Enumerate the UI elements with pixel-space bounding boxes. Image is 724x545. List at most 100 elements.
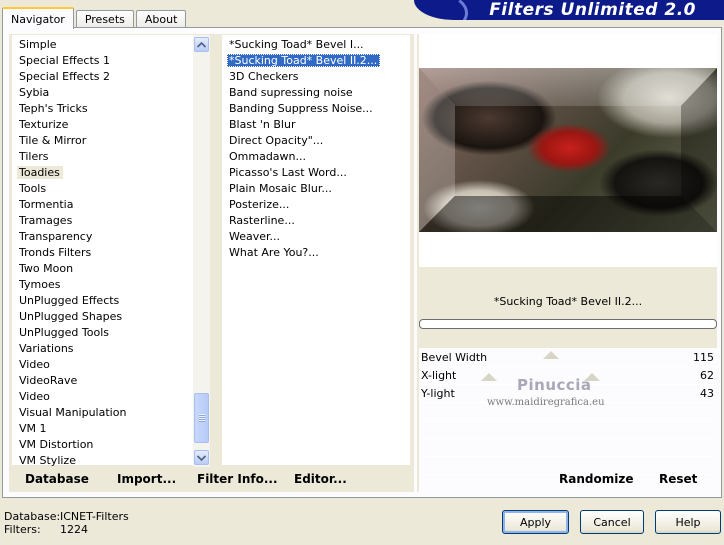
editor-button[interactable]: Editor... <box>294 472 347 486</box>
tab-presets[interactable]: Presets <box>75 10 134 28</box>
filter-item[interactable]: Rasterline... <box>222 213 410 229</box>
filter-item[interactable]: Posterize... <box>222 197 410 213</box>
category-item-label: Tronds Filters <box>19 246 92 259</box>
filter-item-label: Direct Opacity"... <box>229 134 324 147</box>
scroll-down-button[interactable] <box>194 450 209 465</box>
filter-item-label: Picasso's Last Word... <box>229 166 347 179</box>
param-row-bevel-width[interactable]: Bevel Width 115 <box>419 348 717 366</box>
filter-item[interactable]: Plain Mosaic Blur... <box>222 181 410 197</box>
tab-about-label: About <box>144 13 178 26</box>
category-item[interactable]: Video <box>12 389 210 405</box>
filter-item-label: Blast 'n Blur <box>229 118 296 131</box>
chevron-up-icon <box>197 41 206 48</box>
selected-filter-name: *Sucking Toad* Bevel II.2... <box>493 295 643 308</box>
filter-item[interactable]: Direct Opacity"... <box>222 133 410 149</box>
filter-item[interactable]: *Sucking Toad* Bevel I... <box>222 37 410 53</box>
filter-item[interactable]: Weaver... <box>222 229 410 245</box>
status-area: Database:ICNET-Filters Filters: 1224 <box>4 510 129 536</box>
category-item[interactable]: Tormentia <box>12 197 210 213</box>
category-item-label: Tilers <box>19 150 49 163</box>
category-item-label: Tymoes <box>19 278 61 291</box>
filter-list[interactable]: *Sucking Toad* Bevel I... *Sucking Toad* … <box>221 34 411 466</box>
bevel-bottom-edge <box>419 196 717 232</box>
category-item[interactable]: Special Effects 2 <box>12 69 210 85</box>
filters-count: 1224 <box>60 523 88 536</box>
filter-item-label: What Are You?... <box>229 246 319 259</box>
filter-item-label: Plain Mosaic Blur... <box>229 182 332 195</box>
param-row-empty <box>419 438 717 456</box>
category-item-label: Simple <box>19 38 57 51</box>
filter-item[interactable]: Ommadawn... <box>222 149 410 165</box>
category-item[interactable]: Tilers <box>12 149 210 165</box>
category-item-label: Tramages <box>19 214 73 227</box>
help-button[interactable]: Help <box>655 510 721 534</box>
category-item[interactable]: VideoRave <box>12 373 210 389</box>
category-item[interactable]: VM 1 <box>12 421 210 437</box>
left-area: Simple Special Effects 1 Special Effects 2… <box>9 34 414 492</box>
category-item[interactable]: Variations <box>12 341 210 357</box>
category-item[interactable]: Texturize <box>12 117 210 133</box>
filter-item[interactable]: Band supressing noise <box>222 85 410 101</box>
category-item-label: Visual Manipulation <box>19 406 127 419</box>
scroll-thumb[interactable] <box>194 393 209 443</box>
tab-about[interactable]: About <box>135 10 187 28</box>
filter-item[interactable]: Picasso's Last Word... <box>222 165 410 181</box>
category-item[interactable]: Video <box>12 357 210 373</box>
filter-info-button[interactable]: Filter Info... <box>197 472 278 486</box>
import-button[interactable]: Import... <box>117 472 176 486</box>
app-title: Filters Unlimited 2.0 <box>489 0 696 20</box>
category-item-label: Video <box>19 390 50 403</box>
param-value: 43 <box>700 387 714 400</box>
filter-item[interactable]: 3D Checkers <box>222 69 410 85</box>
slider-marker <box>481 373 497 381</box>
category-items: Simple Special Effects 1 Special Effects 2… <box>12 37 210 469</box>
reset-button[interactable]: Reset <box>659 472 697 486</box>
filter-item[interactable]: Blast 'n Blur <box>222 117 410 133</box>
chevron-down-icon <box>197 454 206 461</box>
category-item-label: Tile & Mirror <box>19 134 87 147</box>
watermark-name: Pinuccia <box>517 376 592 394</box>
category-item[interactable]: Tile & Mirror <box>12 133 210 149</box>
category-list[interactable]: Simple Special Effects 1 Special Effects 2… <box>11 34 211 469</box>
category-item[interactable]: Teph's Tricks <box>12 101 210 117</box>
category-item[interactable]: Tramages <box>12 213 210 229</box>
filter-item-label: 3D Checkers <box>229 70 299 83</box>
category-item[interactable]: Sybia <box>12 85 210 101</box>
category-item[interactable]: UnPlugged Shapes <box>12 309 210 325</box>
tab-navigator[interactable]: Navigator <box>2 7 74 29</box>
category-item[interactable]: Transparency <box>12 229 210 245</box>
cancel-button[interactable]: Cancel <box>580 510 644 534</box>
category-item[interactable]: Special Effects 1 <box>12 53 210 69</box>
category-item-label: Special Effects 2 <box>19 70 111 83</box>
filter-item[interactable]: *Sucking Toad* Bevel II.2... <box>222 53 410 69</box>
filter-item-label: Band supressing noise <box>229 86 353 99</box>
category-item[interactable]: Tools <box>12 181 210 197</box>
filter-item-label: Ommadawn... <box>229 150 307 163</box>
filter-item[interactable]: Banding Suppress Noise... <box>222 101 410 117</box>
category-item[interactable]: Simple <box>12 37 210 53</box>
tab-navigator-label: Navigator <box>11 12 65 26</box>
category-item[interactable]: Visual Manipulation <box>12 405 210 421</box>
category-item[interactable]: UnPlugged Effects <box>12 293 210 309</box>
category-item[interactable]: Tymoes <box>12 277 210 293</box>
database-button[interactable]: Database <box>25 472 89 486</box>
category-item[interactable]: Two Moon <box>12 261 210 277</box>
filter-items: *Sucking Toad* Bevel I... *Sucking Toad* … <box>222 37 410 261</box>
filter-item[interactable]: What Are You?... <box>222 245 410 261</box>
apply-button[interactable]: Apply <box>502 510 569 534</box>
randomize-button[interactable]: Randomize <box>559 472 633 486</box>
database-value: ICNET-Filters <box>60 510 129 523</box>
filter-item-label: *Sucking Toad* Bevel I... <box>229 38 364 51</box>
tab-presets-label: Presets <box>84 13 125 26</box>
category-item[interactable]: VM Distortion <box>12 437 210 453</box>
filter-item-label: *Sucking Toad* Bevel II.2... <box>227 54 381 67</box>
category-item-label: Tools <box>19 182 47 195</box>
category-item[interactable]: Toadies <box>12 165 210 181</box>
category-item-label: VM 1 <box>19 422 47 435</box>
category-item-label: Variations <box>19 342 74 355</box>
category-item[interactable]: UnPlugged Tools <box>12 325 210 341</box>
scroll-up-button[interactable] <box>194 37 209 52</box>
category-item[interactable]: Tronds Filters <box>12 245 210 261</box>
category-scrollbar[interactable] <box>193 35 210 467</box>
filter-item-label: Posterize... <box>229 198 290 211</box>
